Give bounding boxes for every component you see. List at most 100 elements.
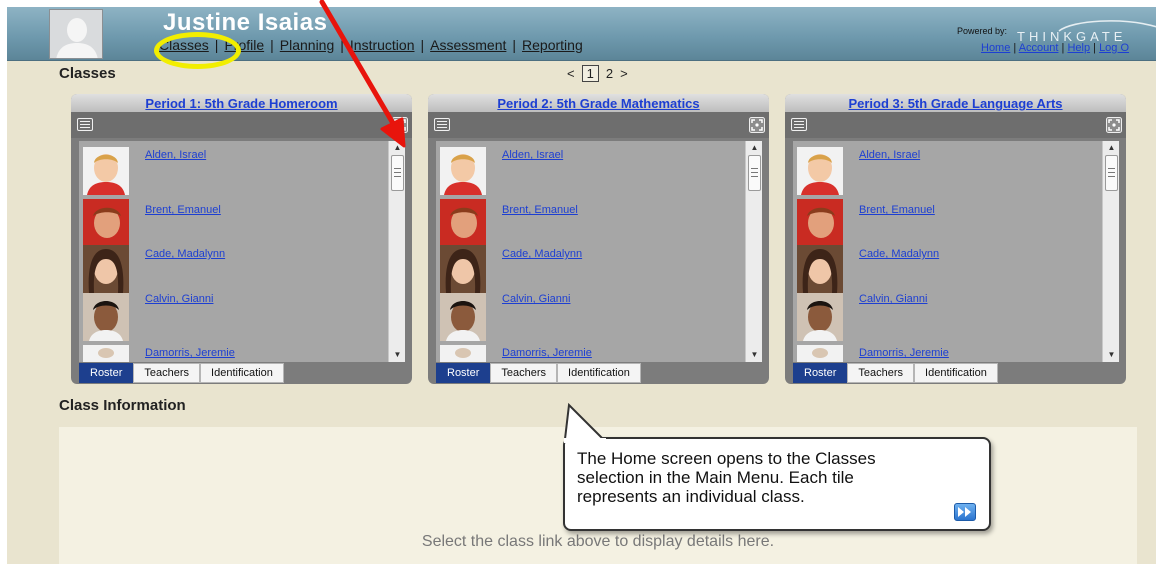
logout-link[interactable]: Log O xyxy=(1099,42,1129,54)
roster-scrollbar[interactable]: ▲ ▼ xyxy=(745,141,762,362)
tutorial-callout: The Home screen opens to the Classes sel… xyxy=(563,437,991,531)
classes-heading: Classes xyxy=(59,65,116,82)
student-name-link[interactable]: Cade, Madalynn xyxy=(145,248,225,260)
roster-list: Alden, Israel Brent, Emanuel Cade, Madal… xyxy=(793,141,1119,362)
menu-icon[interactable] xyxy=(791,118,807,131)
nav-reporting[interactable]: Reporting xyxy=(522,37,583,53)
menu-icon[interactable] xyxy=(77,118,93,131)
user-name: Justine Isaias xyxy=(163,9,328,36)
student-name-link[interactable]: Damorris, Jeremie xyxy=(145,347,235,359)
student-name-link[interactable]: Brent, Emanuel xyxy=(145,204,221,216)
tile-toolbar xyxy=(785,112,1126,138)
student-photo xyxy=(797,293,843,341)
student-photo xyxy=(440,147,486,195)
nav-separator: | xyxy=(512,37,517,53)
scroll-thumb[interactable] xyxy=(391,155,404,191)
student-name-link[interactable]: Alden, Israel xyxy=(145,149,206,161)
tile-tab-bar: Roster Teachers Identification xyxy=(79,363,284,383)
tile-toolbar xyxy=(428,112,769,138)
account-link[interactable]: Account xyxy=(1019,42,1059,54)
class-tile-period-2: Period 2: 5th Grade Mathematics Alden, I… xyxy=(428,94,769,384)
student-photo xyxy=(440,245,486,293)
student-photo xyxy=(83,345,129,362)
student-name-link[interactable]: Cade, Madalynn xyxy=(502,248,582,260)
user-silhouette-icon xyxy=(50,10,102,58)
tab-teachers[interactable]: Teachers xyxy=(847,363,915,383)
tile-toolbar xyxy=(71,112,412,138)
tab-identification[interactable]: Identification xyxy=(200,363,284,383)
class-title-link[interactable]: Period 3: 5th Grade Language Arts xyxy=(848,96,1062,111)
student-photo xyxy=(797,345,843,362)
student-photo xyxy=(83,199,129,247)
student-name-link[interactable]: Brent, Emanuel xyxy=(502,204,578,216)
nav-profile[interactable]: Profile xyxy=(224,37,264,53)
student-name-link[interactable]: Alden, Israel xyxy=(502,149,563,161)
expand-icon[interactable] xyxy=(392,117,408,133)
tile-title-bar: Period 3: 5th Grade Language Arts xyxy=(785,94,1126,112)
tab-identification[interactable]: Identification xyxy=(914,363,998,383)
roster-scrollbar[interactable]: ▲ ▼ xyxy=(388,141,405,362)
tab-roster[interactable]: Roster xyxy=(793,363,848,383)
student-name-link[interactable]: Damorris, Jeremie xyxy=(502,347,592,359)
pager-page-2[interactable]: 2 xyxy=(606,66,613,81)
student-name-link[interactable]: Brent, Emanuel xyxy=(859,204,935,216)
menu-icon[interactable] xyxy=(434,118,450,131)
help-link[interactable]: Help xyxy=(1067,42,1090,54)
class-title-link[interactable]: Period 1: 5th Grade Homeroom xyxy=(145,96,337,111)
tab-roster[interactable]: Roster xyxy=(79,363,134,383)
main-menu: Classes | Profile | Planning | Instruction | Ass… xyxy=(159,37,583,53)
tab-teachers[interactable]: Teachers xyxy=(133,363,201,383)
student-name-link[interactable]: Damorris, Jeremie xyxy=(859,347,949,359)
scroll-up-arrow[interactable]: ▲ xyxy=(389,141,405,155)
pager-prev-button[interactable]: < xyxy=(567,66,575,81)
tab-roster[interactable]: Roster xyxy=(436,363,491,383)
student-photo xyxy=(797,199,843,247)
student-name-link[interactable]: Calvin, Gianni xyxy=(145,293,213,305)
student-photo xyxy=(440,199,486,247)
student-name-link[interactable]: Calvin, Gianni xyxy=(502,293,570,305)
callout-tail xyxy=(564,403,606,443)
roster-scrollbar[interactable]: ▲ ▼ xyxy=(1102,141,1119,362)
student-photo xyxy=(797,147,843,195)
utility-nav: Home | Account | Help | Log O xyxy=(981,42,1130,54)
student-name-link[interactable]: Alden, Israel xyxy=(859,149,920,161)
student-name-link[interactable]: Calvin, Gianni xyxy=(859,293,927,305)
pager-page-current[interactable]: 1 xyxy=(581,65,599,82)
scroll-down-arrow[interactable]: ▼ xyxy=(746,348,762,362)
roster-list: Alden, Israel Brent, Emanuel Cade, Madal… xyxy=(436,141,762,362)
callout-next-button[interactable] xyxy=(954,503,976,521)
scroll-up-arrow[interactable]: ▲ xyxy=(746,141,762,155)
scroll-up-arrow[interactable]: ▲ xyxy=(1103,141,1119,155)
scroll-thumb[interactable] xyxy=(748,155,761,191)
class-tile-period-3: Period 3: 5th Grade Language Arts Alden,… xyxy=(785,94,1126,384)
tile-tab-bar: Roster Teachers Identification xyxy=(793,363,998,383)
student-photo xyxy=(440,293,486,341)
user-avatar xyxy=(49,9,103,59)
nav-planning[interactable]: Planning xyxy=(280,37,335,53)
student-photo xyxy=(440,345,486,362)
nav-assessment[interactable]: Assessment xyxy=(430,37,506,53)
pager-next-button[interactable]: > xyxy=(620,66,628,81)
class-tile-period-1: Period 1: 5th Grade Homeroom Alden, Isra… xyxy=(71,94,412,384)
expand-icon[interactable] xyxy=(1106,117,1122,133)
class-information-placeholder: Select the class link above to display d… xyxy=(421,533,775,550)
class-information-heading: Class Information xyxy=(59,397,186,414)
student-name-link[interactable]: Cade, Madalynn xyxy=(859,248,939,260)
tile-tab-bar: Roster Teachers Identification xyxy=(436,363,641,383)
expand-icon[interactable] xyxy=(749,117,765,133)
tab-identification[interactable]: Identification xyxy=(557,363,641,383)
student-photo xyxy=(83,293,129,341)
tab-teachers[interactable]: Teachers xyxy=(490,363,558,383)
scroll-down-arrow[interactable]: ▼ xyxy=(389,348,405,362)
scroll-thumb[interactable] xyxy=(1105,155,1118,191)
home-link[interactable]: Home xyxy=(981,42,1010,54)
nav-classes[interactable]: Classes xyxy=(159,37,209,53)
roster-list: Alden, Israel Brent, Emanuel Cade, Madal… xyxy=(79,141,405,362)
nav-instruction[interactable]: Instruction xyxy=(350,37,415,53)
scroll-down-arrow[interactable]: ▼ xyxy=(1103,348,1119,362)
student-photo xyxy=(83,245,129,293)
class-title-link[interactable]: Period 2: 5th Grade Mathematics xyxy=(497,96,699,111)
callout-text: The Home screen opens to the Classes sel… xyxy=(577,449,876,506)
header-bar: Justine Isaias Classes | Profile | Planning |… xyxy=(7,7,1156,61)
student-photo xyxy=(83,147,129,195)
